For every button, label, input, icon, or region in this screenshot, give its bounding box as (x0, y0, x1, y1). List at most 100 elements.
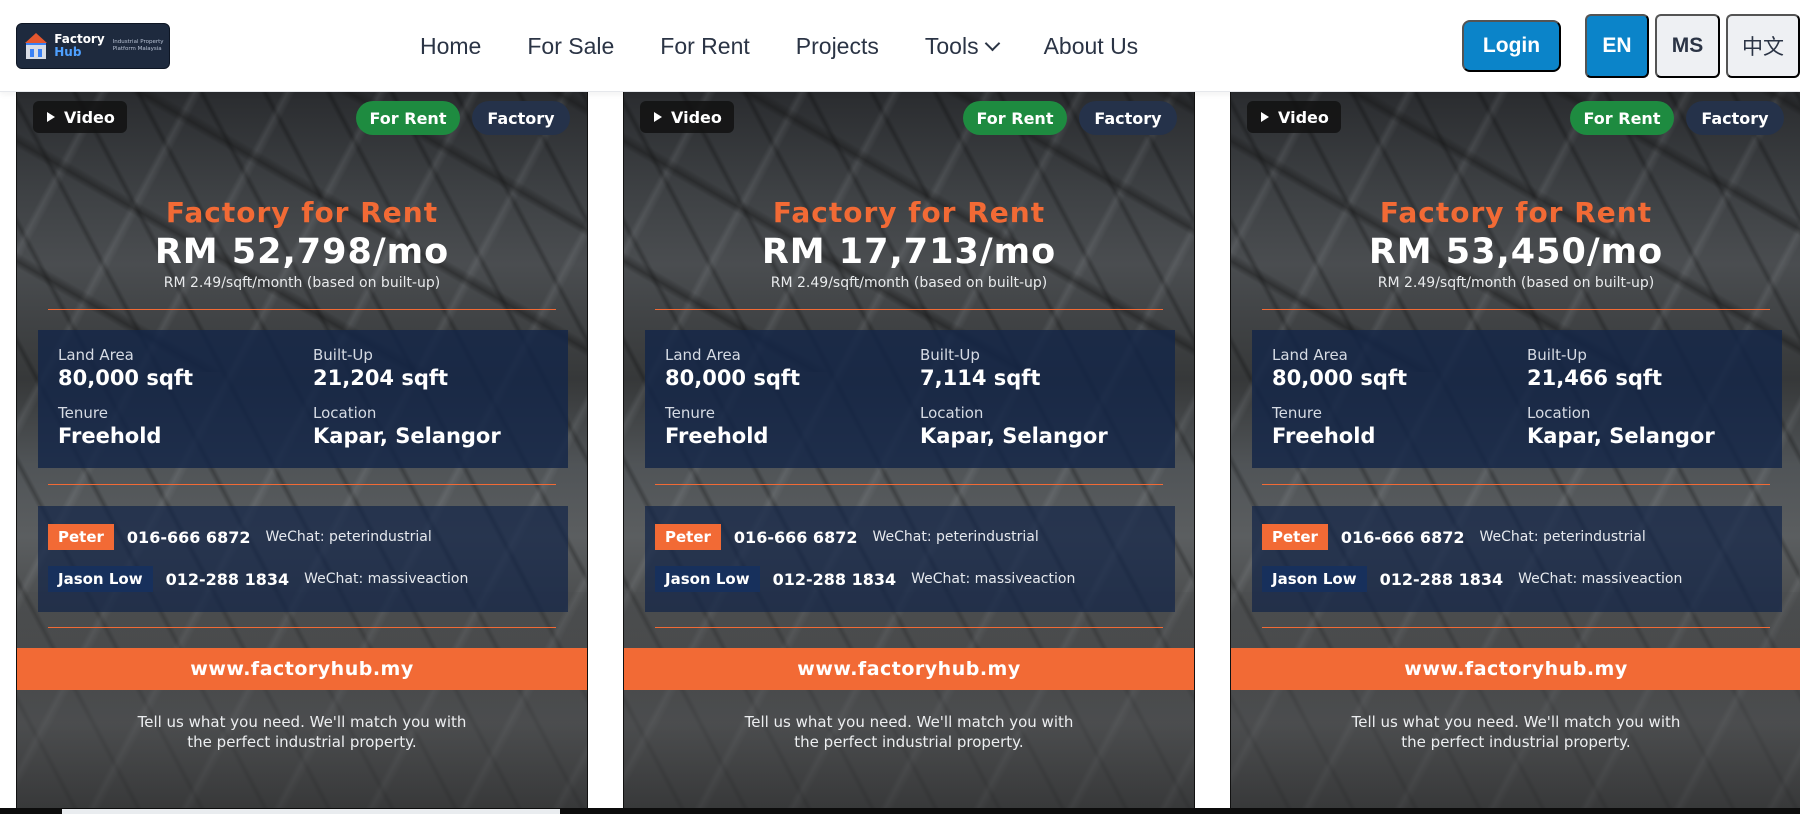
website-link[interactable]: www.factoryhub.my (17, 648, 587, 690)
land-area-value: 80,000 sqft (1272, 366, 1408, 390)
nav-home-label: Home (420, 32, 482, 59)
location-value: Kapar, Selangor (313, 424, 501, 448)
video-button[interactable]: Video (33, 101, 127, 133)
tagline-line2: the perfect industrial property. (187, 733, 417, 751)
website-link[interactable]: www.factoryhub.my (1231, 648, 1800, 690)
lang-en-button[interactable]: EN (1585, 14, 1649, 78)
logo-tagline: Industrial Property Platform Malaysia (112, 39, 164, 52)
listing-card[interactable]: Video For Rent Factory Factory for Rent … (623, 92, 1195, 810)
nav-about-us-label: About Us (1043, 32, 1139, 59)
location-value: Kapar, Selangor (1527, 424, 1715, 448)
card-tagline: Tell us what you need. We'll match you w… (17, 712, 587, 752)
price-per-sqft: RM 2.49/sqft/month (based on built-up) (163, 275, 441, 291)
tenure-value: Freehold (1272, 424, 1376, 448)
listing-title: Factory for Rent (165, 196, 439, 229)
play-icon (1261, 112, 1269, 122)
tagline-line2: the perfect industrial property. (794, 733, 1024, 751)
land-area-label: Land Area (1272, 346, 1348, 364)
page-bottom-strip (0, 808, 1800, 814)
location-value: Kapar, Selangor (920, 424, 1108, 448)
factoryhub-logo[interactable]: Factory Hub Industrial Property Platform… (16, 23, 170, 69)
play-icon (654, 112, 662, 122)
agent-phone[interactable]: 012-288 1834 (166, 570, 290, 589)
video-button[interactable]: Video (1247, 101, 1341, 133)
tagline-line2: the perfect industrial property. (1401, 733, 1631, 751)
tenure-label: Tenure (1272, 404, 1322, 422)
video-label: Video (1278, 107, 1329, 127)
contact-row: Peter 016-666 6872 WeChat: peterindustrial (48, 524, 432, 550)
land-area-label: Land Area (665, 346, 741, 364)
contact-row: Jason Low 012-288 1834 WeChat: massiveacti… (655, 566, 1075, 592)
agent-phone[interactable]: 012-288 1834 (773, 570, 897, 589)
video-label: Video (64, 107, 115, 127)
listing-price: RM 53,450/mo (1368, 232, 1664, 272)
land-area-value: 80,000 sqft (665, 366, 801, 390)
divider (655, 484, 1163, 485)
listing-title: Factory for Rent (772, 196, 1046, 229)
lang-ms-button[interactable]: MS (1655, 14, 1720, 78)
nav-about-us[interactable]: About Us (1044, 33, 1139, 60)
agent-phone[interactable]: 016-666 6872 (127, 528, 251, 547)
built-up-label: Built-Up (920, 346, 980, 364)
agent-wechat: WeChat: massiveaction (911, 571, 1076, 587)
card-tagline: Tell us what you need. We'll match you w… (1231, 712, 1800, 752)
tenure-label: Tenure (665, 404, 715, 422)
type-badge: Factory (1079, 101, 1177, 135)
agent-name: Jason Low (48, 566, 153, 592)
divider (655, 309, 1163, 310)
website-link[interactable]: www.factoryhub.my (624, 648, 1194, 690)
agent-wechat: WeChat: peterindustrial (1479, 529, 1646, 545)
divider (48, 627, 556, 628)
tagline-line1: Tell us what you need. We'll match you w… (1351, 713, 1681, 731)
lang-zh-button[interactable]: 中文 (1726, 14, 1800, 78)
contact-row: Peter 016-666 6872 WeChat: peterindustrial (655, 524, 1039, 550)
nav-projects-label: Projects (795, 32, 879, 59)
divider (1262, 627, 1770, 628)
agent-wechat: WeChat: massiveaction (1518, 571, 1683, 587)
agent-phone[interactable]: 012-288 1834 (1380, 570, 1504, 589)
price-per-sqft: RM 2.49/sqft/month (based on built-up) (770, 275, 1048, 291)
tagline-line1: Tell us what you need. We'll match you w… (137, 713, 467, 731)
login-button[interactable]: Login (1462, 20, 1561, 72)
contact-row: Jason Low 012-288 1834 WeChat: massiveacti… (48, 566, 468, 592)
nav-home[interactable]: Home (420, 33, 481, 60)
agent-name: Peter (1262, 524, 1328, 550)
listing-card[interactable]: Video For Rent Factory Factory for Rent … (1230, 92, 1800, 810)
spec-panel: Land Area 80,000 sqft Built-Up 21,466 sqft… (1252, 330, 1782, 468)
tenure-value: Freehold (665, 424, 769, 448)
nav-for-rent[interactable]: For Rent (660, 33, 749, 60)
price-per-sqft: RM 2.49/sqft/month (based on built-up) (1377, 275, 1655, 291)
contact-row: Peter 016-666 6872 WeChat: peterindustrial (1262, 524, 1646, 550)
listing-card[interactable]: Video For Rent Factory Factory for Rent … (16, 92, 588, 810)
agent-name: Jason Low (655, 566, 760, 592)
listing-price: RM 17,713/mo (761, 232, 1057, 272)
video-label: Video (671, 107, 722, 127)
site-header: Factory Hub Industrial Property Platform… (0, 0, 1800, 92)
status-badge: For Rent (1570, 101, 1674, 135)
play-icon (47, 112, 55, 122)
logo-name-line2: Hub (54, 45, 82, 59)
spec-panel: Land Area 80,000 sqft Built-Up 21,204 sqft… (38, 330, 568, 468)
main-nav: Home For Sale For Rent Projects Tools Ab… (420, 0, 1184, 92)
divider (1262, 309, 1770, 310)
divider (655, 627, 1163, 628)
land-area-label: Land Area (58, 346, 134, 364)
built-up-value: 7,114 sqft (920, 366, 1041, 390)
agent-wechat: WeChat: peterindustrial (872, 529, 1039, 545)
agent-phone[interactable]: 016-666 6872 (1341, 528, 1465, 547)
divider (1262, 484, 1770, 485)
nav-tools-dropdown[interactable]: Tools (925, 33, 1000, 60)
spec-panel: Land Area 80,000 sqft Built-Up 7,114 sqft … (645, 330, 1175, 468)
factory-logo-icon (23, 31, 48, 61)
agent-phone[interactable]: 016-666 6872 (734, 528, 858, 547)
nav-for-sale[interactable]: For Sale (527, 33, 614, 60)
divider (48, 484, 556, 485)
land-area-value: 80,000 sqft (58, 366, 194, 390)
agent-name: Jason Low (1262, 566, 1367, 592)
nav-projects[interactable]: Projects (796, 33, 879, 60)
listing-price: RM 52,798/mo (154, 232, 450, 272)
tenure-value: Freehold (58, 424, 162, 448)
video-button[interactable]: Video (640, 101, 734, 133)
logo-wordmark: Factory Hub (54, 33, 104, 59)
agent-name: Peter (48, 524, 114, 550)
